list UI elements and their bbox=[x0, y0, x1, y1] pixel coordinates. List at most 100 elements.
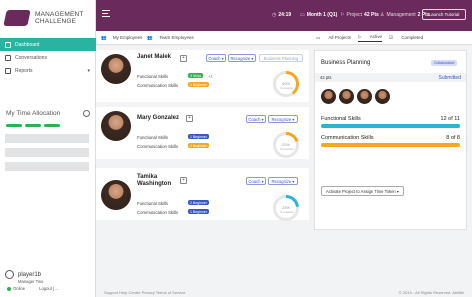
time-token[interactable] bbox=[25, 124, 41, 127]
functional-skills-value: 12 of 11 bbox=[440, 116, 460, 122]
sidebar: MANAGEMENT CHALLENGE Dashboard Conversat… bbox=[0, 0, 96, 297]
footer: Support Help Center Privacy Terms of Ser… bbox=[96, 286, 472, 297]
collaborative-badge: Collaborative bbox=[431, 60, 458, 66]
employees-panel: 👥 My Employees 👥 Team Employees Janet Ma… bbox=[96, 31, 309, 286]
employees-tabs: 👥 My Employees 👥 Team Employees bbox=[96, 31, 309, 45]
projects-tabs: ▭ All Projects ▷ Active ☑ Completed bbox=[309, 31, 472, 45]
allocation-slot bbox=[5, 148, 89, 157]
coach-button[interactable]: Coach ▾ bbox=[246, 177, 266, 185]
communication-skills-label: Communication Skills bbox=[321, 135, 374, 141]
competency-gauge: 23% Competent bbox=[273, 195, 299, 221]
employee-card: Janet Malek + Coach ▾ Recognize ▾ Busine… bbox=[96, 50, 309, 102]
avatar bbox=[339, 89, 354, 104]
employee-name: Janet Malek bbox=[137, 54, 172, 60]
avatar bbox=[375, 89, 390, 104]
project-team-avatars bbox=[321, 89, 390, 104]
month-value: Month 1 (Q1) bbox=[306, 12, 338, 18]
sidebar-item-label: Conversations bbox=[15, 54, 47, 61]
tab-all-projects[interactable]: ▭ All Projects bbox=[316, 35, 351, 41]
skill-label: Communication Skills bbox=[137, 210, 179, 215]
calendar-icon: ▭ bbox=[300, 12, 305, 18]
tab-active[interactable]: ▷ Active bbox=[358, 34, 383, 42]
skill-badge: 1 Beginner bbox=[188, 209, 209, 214]
time-token[interactable] bbox=[6, 124, 22, 127]
employee-card: Mary Gonzalez + Coach ▾ Recognize ▾ Func… bbox=[96, 107, 309, 159]
employee-card: Tamika Washington + Coach ▾ Recognize ▾ … bbox=[96, 168, 309, 221]
sidebar-item-reports[interactable]: Reports ▾ bbox=[0, 64, 96, 77]
chevron-down-icon: ▾ bbox=[87, 67, 90, 74]
recognize-button[interactable]: Recognize ▾ bbox=[228, 54, 256, 62]
launch-tutorial-button[interactable]: Launch Tutorial bbox=[422, 9, 466, 20]
project-status: Submitted bbox=[438, 74, 461, 81]
employee-name: Tamika bbox=[137, 174, 158, 180]
skill-label: Communication Skills bbox=[137, 144, 179, 149]
communication-skills-bar bbox=[321, 143, 460, 147]
avatar bbox=[357, 89, 372, 104]
project-points-value: 42 Pts bbox=[364, 12, 379, 18]
tab-team-employees[interactable]: 👥 Team Employees bbox=[147, 35, 193, 41]
project-title: Business Planning bbox=[321, 60, 371, 66]
communication-skills-value: 8 of 8 bbox=[446, 135, 460, 141]
employee-photo bbox=[101, 180, 131, 210]
logo: MANAGEMENT CHALLENGE bbox=[3, 5, 91, 31]
management-points-label: Management bbox=[386, 12, 416, 18]
coach-button[interactable]: Coach ▾ bbox=[246, 115, 266, 123]
clock-icon: ◷ bbox=[272, 12, 277, 18]
sidebar-item-label: Dashboard bbox=[15, 41, 40, 48]
top-bar: ◷ 24:19 ▭ Month 1 (Q1) ⚐ Project 42 Pts … bbox=[96, 0, 472, 31]
employee-name: Washington bbox=[137, 181, 172, 187]
skill-label: Functional Skills bbox=[137, 135, 169, 140]
sidebar-item-conversations[interactable]: Conversations bbox=[0, 51, 96, 64]
time-allocation-title: My Time Allocation bbox=[6, 110, 61, 117]
sidebar-item-label: Reports bbox=[15, 67, 33, 74]
skill-label: Functional Skills bbox=[137, 74, 169, 79]
skill-badge: 3 Ninja bbox=[188, 73, 203, 78]
project-points: 42 pts bbox=[320, 75, 332, 80]
month-indicator: ▭ Month 1 (Q1) bbox=[300, 12, 337, 18]
recognize-button[interactable]: Recognize ▾ bbox=[268, 115, 298, 123]
dashboard-icon bbox=[5, 41, 11, 48]
logo-title-line2: CHALLENGE bbox=[35, 18, 77, 25]
project-points: ⚐ Project 42 Pts bbox=[340, 12, 379, 18]
app-root: MANAGEMENT CHALLENGE Dashboard Conversat… bbox=[0, 0, 472, 297]
time-allocation: My Time Allocation bbox=[6, 110, 90, 127]
recognize-button[interactable]: Recognize ▾ bbox=[268, 177, 298, 185]
add-icon[interactable]: + bbox=[180, 55, 187, 62]
tab-my-employees[interactable]: 👥 My Employees bbox=[101, 35, 142, 41]
logo-icon bbox=[3, 10, 31, 26]
timer-value: 24:19 bbox=[278, 12, 292, 18]
skill-badge: 1 Beginner bbox=[188, 82, 209, 87]
skill-extra: +1 bbox=[208, 74, 213, 79]
project-points-row: 42 pts Submitted bbox=[315, 73, 466, 82]
skill-label: Communication Skills bbox=[137, 83, 179, 88]
online-status-icon bbox=[7, 286, 11, 291]
allocation-slot bbox=[5, 162, 89, 171]
functional-skills-bar bbox=[321, 124, 460, 128]
user-avatar-icon bbox=[5, 270, 14, 279]
user-status: Online bbox=[13, 286, 26, 291]
logo-title-line1: MANAGEMENT bbox=[35, 11, 84, 18]
sidebar-nav: Dashboard Conversations Reports ▾ bbox=[0, 38, 96, 77]
avatar bbox=[321, 89, 336, 104]
sidebar-item-dashboard[interactable]: Dashboard bbox=[0, 38, 96, 51]
logout-button[interactable]: Logout [→ bbox=[39, 286, 58, 291]
time-token[interactable] bbox=[44, 124, 60, 127]
user-role: Manager Two bbox=[18, 279, 44, 284]
activate-project-dropdown[interactable]: Activate Project to Assign Time Token ▾ bbox=[321, 186, 405, 196]
menu-icon[interactable] bbox=[102, 10, 110, 17]
reports-icon bbox=[5, 67, 11, 74]
coach-button[interactable]: Coach ▾ bbox=[206, 54, 226, 62]
gauge-subtitle: Competent bbox=[280, 210, 294, 214]
add-icon[interactable]: + bbox=[180, 177, 187, 184]
clock-icon bbox=[83, 110, 90, 117]
allocation-slot bbox=[5, 134, 89, 143]
tab-completed[interactable]: ☑ Completed bbox=[389, 35, 423, 41]
business-planning-button[interactable]: Business Planning bbox=[259, 54, 303, 62]
user-panel: player1b Manager Two Online Logout [→ bbox=[5, 270, 93, 291]
footer-links[interactable]: Support Help Center Privacy Terms of Ser… bbox=[104, 290, 186, 295]
project-points-label: Project bbox=[346, 12, 363, 18]
functional-skills-label: Functional Skills bbox=[321, 116, 361, 122]
add-icon[interactable]: + bbox=[186, 115, 193, 122]
employee-name: Mary Gonzalez bbox=[137, 115, 180, 121]
timer: ◷ 24:19 bbox=[272, 12, 291, 18]
